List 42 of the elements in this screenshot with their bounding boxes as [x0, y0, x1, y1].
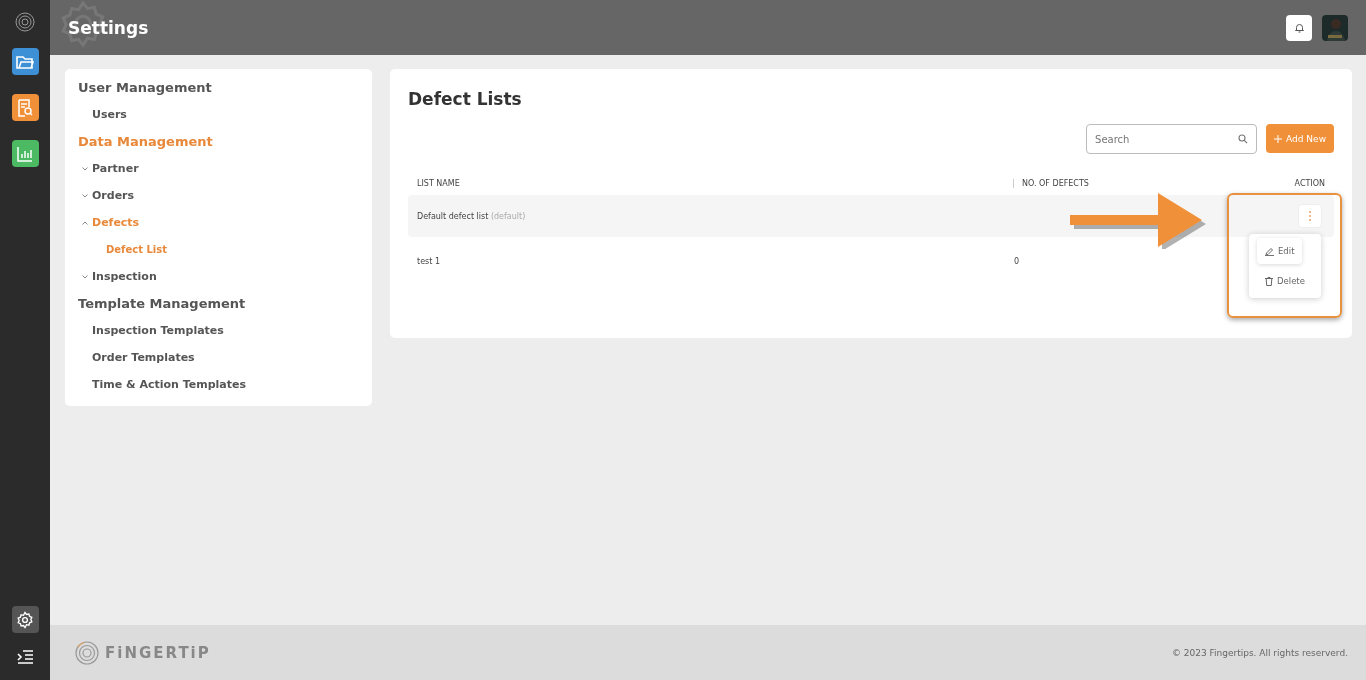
table-cell: 0	[1014, 256, 1020, 266]
bell-icon	[1294, 22, 1304, 33]
table-cell-text: Default defect list (default)	[417, 211, 527, 221]
page-title: Settings	[68, 17, 149, 38]
card-title: Defect Lists	[408, 88, 523, 111]
settings-icon	[16, 610, 34, 629]
nav-item[interactable]: Orders	[78, 182, 135, 209]
nav-item[interactable]: Order Templates	[78, 344, 195, 371]
menu-item[interactable]: Edit	[1257, 238, 1303, 264]
menu-icon	[17, 649, 33, 664]
trash-icon	[1265, 276, 1273, 286]
chevron-up-icon	[82, 220, 88, 225]
nav-section[interactable]: User Management	[78, 74, 212, 101]
pencil-icon	[1265, 246, 1274, 256]
nav-section[interactable]: Template Management	[78, 290, 246, 317]
copyright-text: © 2023 Fingertips. All rights reserverd.	[1171, 647, 1348, 658]
bar-chart-icon	[17, 145, 33, 162]
chevron-down-icon	[82, 166, 88, 171]
notification-button[interactable]	[1286, 14, 1312, 41]
chevron-down-icon	[82, 274, 88, 279]
chevron-down-icon	[82, 193, 88, 198]
nav-item[interactable]: Users	[78, 101, 127, 128]
logo-icon	[15, 12, 35, 32]
search-icon	[1238, 134, 1249, 144]
report-search-icon	[17, 98, 33, 117]
column-header: NO. OF DEFECTS	[1013, 178, 1245, 188]
table-cell-text: test 1	[417, 256, 441, 266]
nav-item[interactable]: Partner	[78, 155, 139, 182]
column-header: LIST NAME	[417, 178, 461, 188]
rail-button[interactable]	[11, 48, 39, 75]
nav-item[interactable]: Time & Action Templates	[78, 371, 247, 398]
column-header: ACTION	[1293, 178, 1325, 188]
nav-item[interactable]: Inspection Templates	[78, 317, 224, 344]
fingerprint-logo-icon	[75, 640, 99, 665]
folder-icon	[16, 53, 34, 70]
search-field[interactable]: Search	[1086, 124, 1258, 154]
rail-button[interactable]	[11, 606, 39, 633]
rail-button[interactable]	[11, 94, 39, 121]
rail-button[interactable]	[11, 140, 39, 167]
nav-item[interactable]: Inspection	[78, 263, 157, 290]
brand-name: FiNGERTiP	[105, 643, 211, 662]
plus-icon	[1274, 134, 1283, 143]
